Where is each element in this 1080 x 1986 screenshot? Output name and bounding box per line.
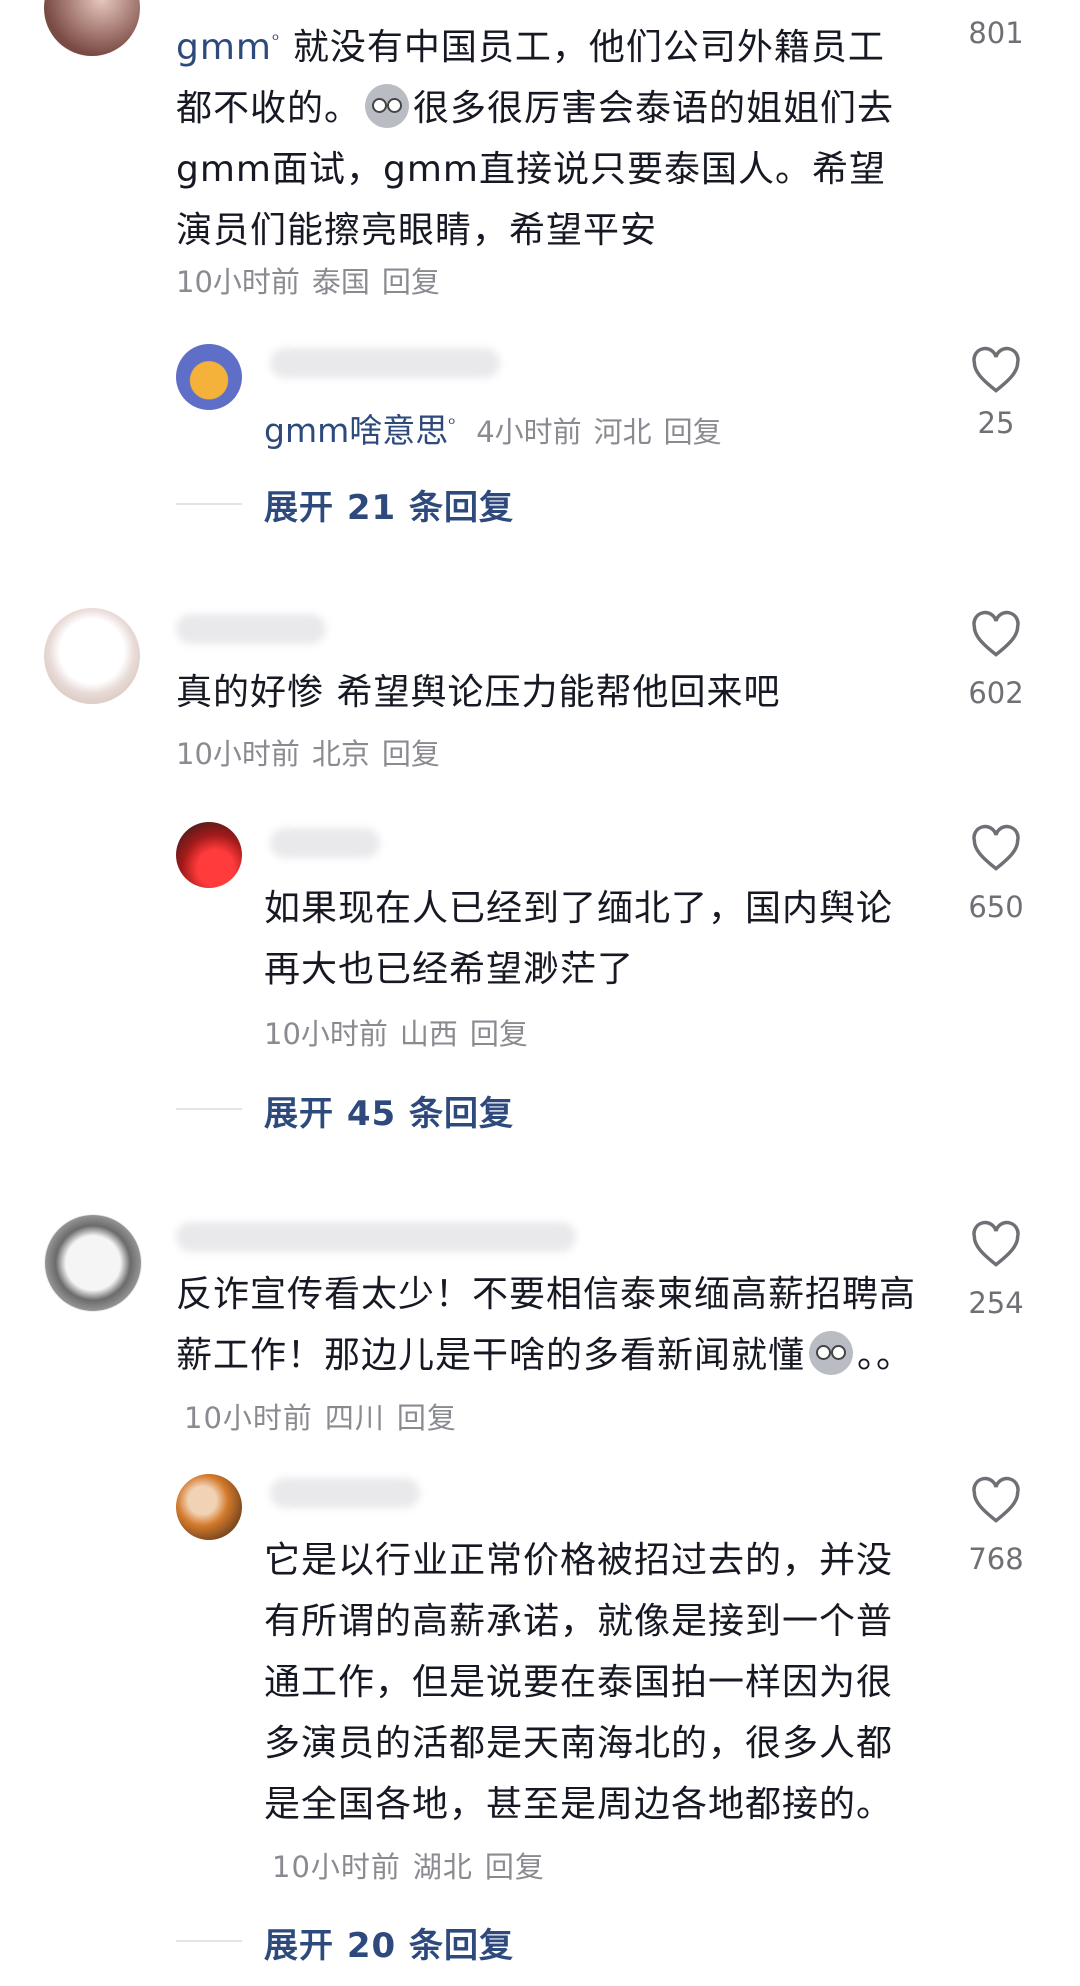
reply-button[interactable]: 回复 — [470, 1017, 528, 1051]
like-button[interactable] — [970, 1220, 1022, 1272]
comment-text: gmmᵒ 就没有中国员工，他们公司外籍员工都不收的。 很多很厉害会泰语的姐姐们去g… — [176, 27, 895, 251]
username-blurred[interactable] — [176, 614, 326, 644]
reply-location: 湖北 — [412, 1850, 473, 1884]
avatar[interactable] — [176, 1474, 242, 1540]
username-blurred[interactable] — [270, 1478, 420, 1508]
like-count: 254 — [968, 1286, 1024, 1320]
comment-meta: 10小时前 泰国 回复 — [176, 262, 452, 302]
avatar[interactable] — [44, 0, 140, 56]
avatar[interactable] — [44, 608, 140, 704]
comment-time: 10小时前 — [184, 1401, 313, 1435]
expand-replies-button[interactable]: 展开 45 条回复 — [264, 1086, 514, 1135]
comment-time: 10小时前 — [176, 265, 300, 299]
divider — [176, 1940, 242, 1942]
like-count: 25 — [977, 406, 1015, 440]
reply-meta: 10小时前 山西 回复 — [264, 1014, 540, 1054]
comment-location: 四川 — [324, 1401, 385, 1435]
avatar[interactable] — [176, 344, 242, 410]
avatar[interactable] — [44, 1214, 142, 1312]
reply-line: gmm啥意思ᵒ 4小时前 河北 回复 — [264, 404, 734, 452]
comment-time: 10小时前 — [176, 737, 300, 771]
expand-replies-button[interactable]: 展开 20 条回复 — [264, 1918, 514, 1967]
reply-location: 山西 — [399, 1017, 458, 1051]
like-button[interactable] — [970, 610, 1022, 662]
reply-text: 它是以行业正常价格被招过去的，并没有所谓的高薪承诺，就像是接到一个普通工作，但是… — [264, 1540, 894, 1884]
heart-outline-icon[interactable] — [970, 610, 1022, 658]
reply-button[interactable]: 回复 — [382, 737, 440, 771]
crying-face-emoji — [365, 84, 410, 128]
heart-outline-icon[interactable] — [970, 1220, 1022, 1268]
comment-location: 泰国 — [311, 265, 370, 299]
expand-replies-button[interactable]: 展开 21 条回复 — [264, 480, 514, 529]
divider — [176, 503, 242, 505]
reply-time: 10小时前 — [272, 1850, 401, 1884]
comment-text: 真的好惨 希望舆论压力能帮他回来吧 — [176, 672, 781, 713]
comment-meta: 10小时前 北京 回复 — [176, 734, 452, 774]
reply-time: 4小时前 — [476, 415, 582, 449]
reply-location: 河北 — [593, 415, 652, 449]
reply-button[interactable]: 回复 — [485, 1850, 545, 1884]
avatar[interactable] — [176, 822, 242, 888]
heart-outline-icon[interactable] — [970, 824, 1022, 872]
like-count: 768 — [968, 1542, 1024, 1576]
comment-text: 反诈宣传看太少！不要相信泰柬缅高薪招聘高薪工作！那边儿是干啥的多看新闻就懂。。 … — [176, 1274, 917, 1435]
heart-outline-icon[interactable] — [970, 1476, 1022, 1524]
like-count: 602 — [968, 676, 1024, 710]
mention-link[interactable]: gmm啥意思 — [264, 411, 448, 450]
reply-button[interactable]: 回复 — [382, 265, 440, 299]
like-count: 650 — [968, 890, 1024, 924]
heart-outline-icon[interactable] — [970, 346, 1022, 394]
mention-link[interactable]: gmm — [176, 27, 272, 68]
reply-text: 如果现在人已经到了缅北了，国内舆论再大也已经希望渺茫了 — [264, 888, 894, 990]
like-count: 801 — [968, 16, 1024, 50]
like-button[interactable] — [970, 1476, 1022, 1528]
reply-button[interactable]: 回复 — [664, 415, 722, 449]
like-button[interactable] — [970, 346, 1022, 398]
divider — [176, 1108, 242, 1110]
like-button[interactable] — [970, 824, 1022, 876]
reply-button[interactable]: 回复 — [397, 1401, 457, 1435]
crying-face-emoji — [809, 1331, 854, 1375]
reply-time: 10小时前 — [264, 1017, 388, 1051]
search-hint-icon: ᵒ — [448, 414, 456, 435]
username-blurred[interactable] — [176, 1222, 576, 1252]
username-blurred[interactable] — [270, 828, 380, 858]
comment-location: 北京 — [311, 737, 370, 771]
username-blurred[interactable] — [270, 348, 500, 378]
